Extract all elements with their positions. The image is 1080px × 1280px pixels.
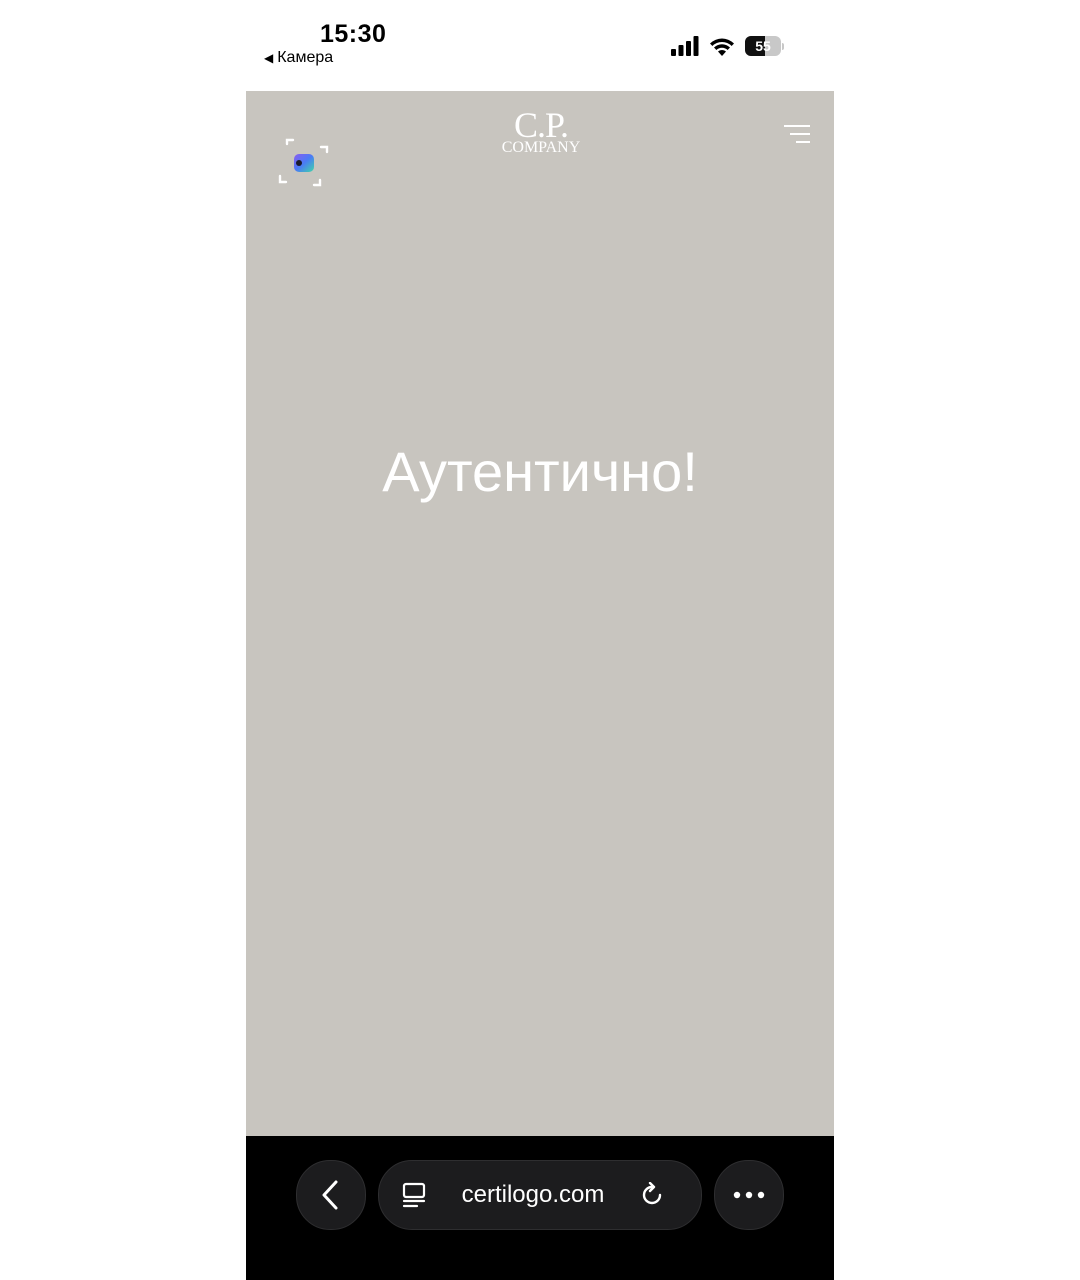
brand-logo[interactable]: C.P. COMPANY [500, 105, 582, 156]
battery-tip [782, 42, 784, 50]
battery-level: 55 [755, 38, 771, 54]
chevron-left-icon [322, 1180, 338, 1210]
status-icons: 55 [671, 36, 784, 56]
scan-camera-icon[interactable] [278, 138, 330, 190]
more-options-button[interactable] [714, 1160, 784, 1230]
back-app-label: Камера [277, 49, 334, 66]
logo-company: COMPANY [501, 139, 581, 156]
web-content: C.P. COMPANY Аутентично! [246, 91, 834, 1136]
tabs-icon[interactable] [401, 1182, 427, 1208]
wifi-icon [710, 38, 734, 56]
browser-toolbar: certilogo.com [246, 1136, 834, 1280]
authenticity-headline: Аутентично! [382, 440, 698, 503]
address-bar[interactable]: certilogo.com [378, 1160, 702, 1230]
browser-back-button[interactable] [296, 1160, 366, 1230]
phone-screen: 15:30 ◀ Камера 55 C.P. COMPANY Аутентичн… [246, 0, 834, 1280]
battery-indicator: 55 [745, 36, 781, 56]
status-bar: 15:30 ◀ Камера 55 [246, 0, 834, 91]
hamburger-menu-icon[interactable] [782, 123, 812, 147]
back-to-app-link[interactable]: ◀ Камера [264, 49, 333, 67]
back-triangle-icon: ◀ [264, 51, 274, 65]
status-time: 15:30 [320, 20, 387, 48]
reload-icon[interactable] [639, 1182, 665, 1208]
url-text[interactable]: certilogo.com [427, 1181, 639, 1209]
logo-cp: C.P. [513, 105, 569, 145]
more-dots-icon [733, 1191, 765, 1199]
cellular-signal-icon [671, 36, 699, 56]
